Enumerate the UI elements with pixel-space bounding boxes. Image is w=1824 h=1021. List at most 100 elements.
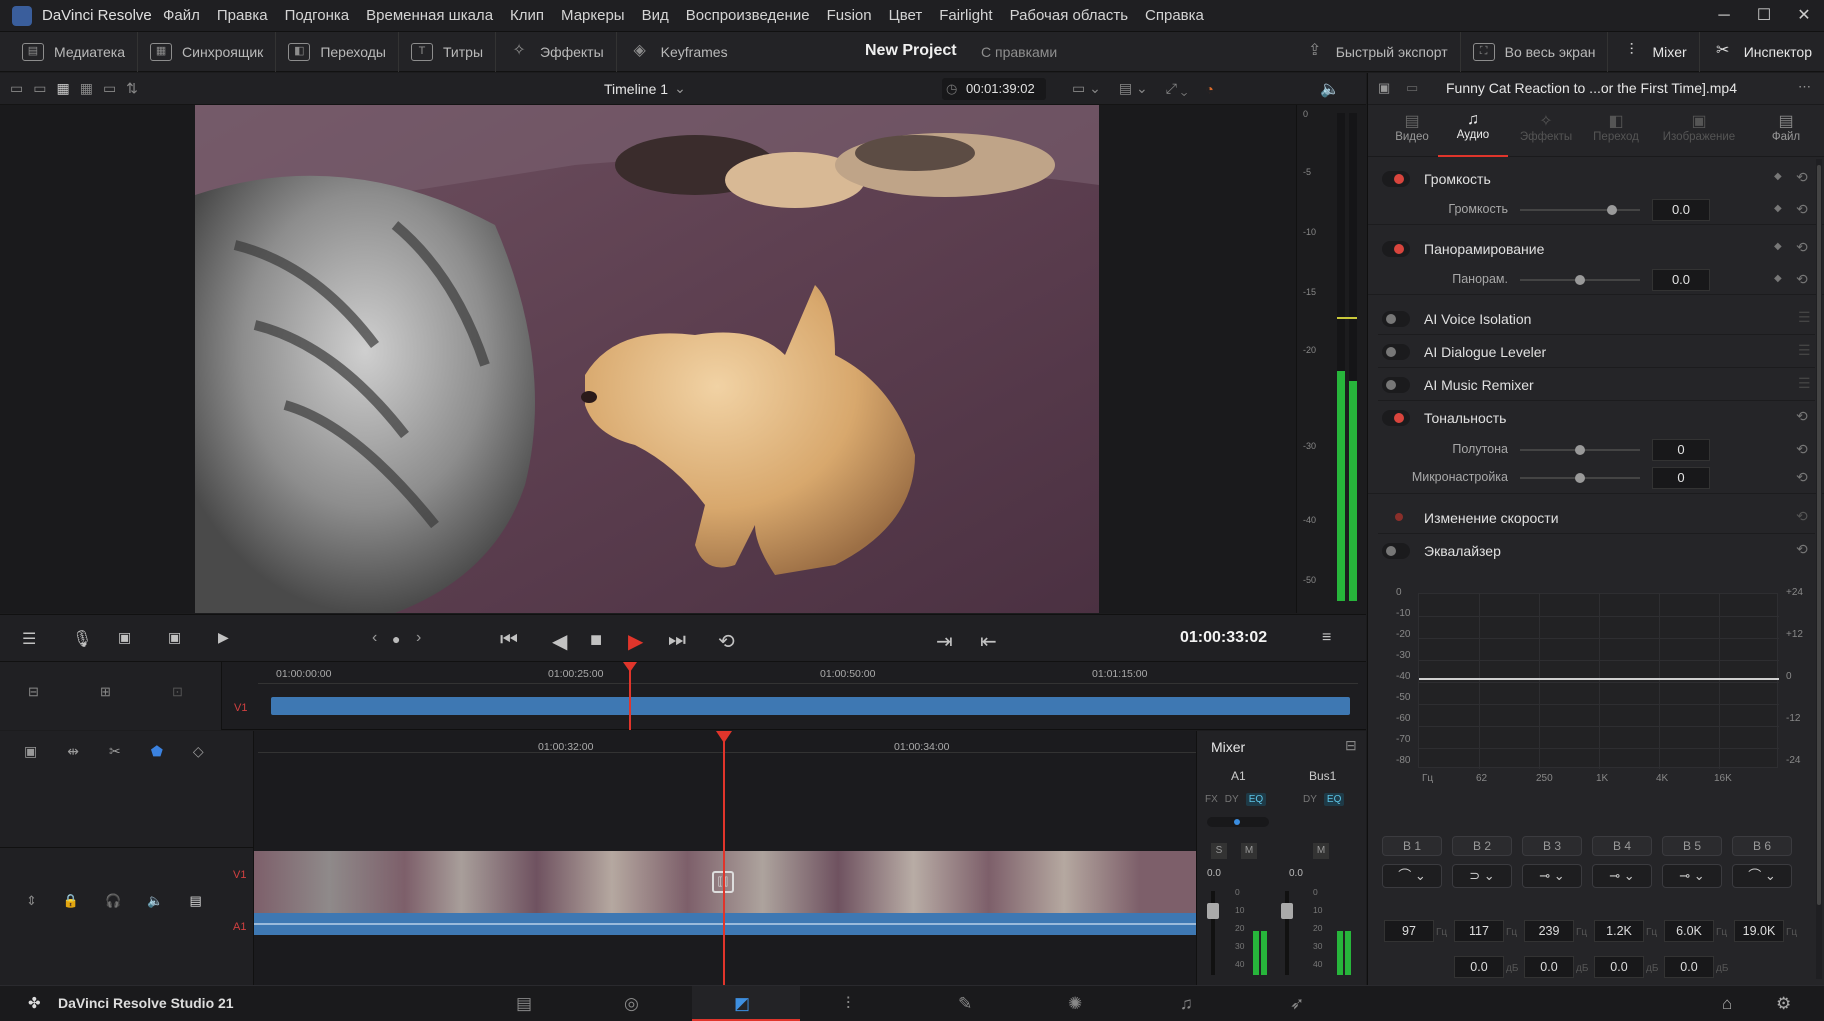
inspector-dual-icon[interactable]: ▭ [1406,80,1418,96]
timeline-menu-icon[interactable]: ≡ [1322,629,1331,647]
color-page-icon[interactable]: ✎ [958,994,972,1014]
viewer-options-icon[interactable]: ▤ ⌄ [1119,80,1148,97]
trim-mode-icon[interactable]: ▣ [24,743,37,760]
tab-transition[interactable]: ◧ Переход [1584,111,1648,143]
menu-clip[interactable]: Клип [510,7,544,24]
effects-button[interactable]: ✧ Эффекты [496,32,617,72]
reset-icon[interactable]: ⟲ [1796,508,1808,525]
pan-slider-knob[interactable] [1575,275,1585,285]
upper-ruler[interactable]: 01:00:00:00 01:00:25:00 01:00:50:00 01:0… [258,662,1358,684]
video-frame[interactable] [195,105,1099,613]
eq-band-gain[interactable]: 0.0 [1454,956,1504,978]
a1-fx-button[interactable]: FX [1205,794,1218,805]
eq-band-frequency[interactable]: 19.0K [1734,920,1784,942]
eq-band-frequency[interactable]: 1.2K [1594,920,1644,942]
eq-band-frequency[interactable]: 6.0K [1664,920,1714,942]
eq-band-gain[interactable]: 0.0 [1664,956,1714,978]
menu-trim[interactable]: Подгонка [285,7,350,24]
home-icon[interactable]: ⌂ [1722,994,1732,1014]
lower-playhead-handle[interactable] [716,731,732,743]
bus-dy-button[interactable]: DY [1303,794,1317,805]
a1-dy-button[interactable]: DY [1225,794,1239,805]
a1-solo-button[interactable]: S [1211,843,1227,859]
eq-band-shape-select[interactable]: ⊸ ⌄ [1662,864,1722,888]
settings-sliders-icon[interactable]: ☰ [22,629,36,649]
layout-grid-icon[interactable]: ▦ [56,80,69,97]
microphone-icon[interactable]: 🎙 [72,629,92,649]
keyframe-icon[interactable]: ◆ [1774,203,1782,214]
reset-icon[interactable]: ⟲ [1796,271,1808,288]
pitch-toggle[interactable] [1382,410,1410,426]
semitones-slider-knob[interactable] [1575,445,1585,455]
eq-band-button[interactable]: B 3 [1522,836,1582,856]
menu-edit[interactable]: Правка [217,7,268,24]
edit-page-tab[interactable]: ◩ [692,986,800,1021]
cents-slider-knob[interactable] [1575,473,1585,483]
menu-color[interactable]: Цвет [889,7,923,24]
marker-icon[interactable]: ⬟ [151,743,163,760]
jog-dot-icon[interactable]: ● [392,631,400,647]
eq-toggle[interactable] [1382,543,1410,559]
layout-list-icon[interactable]: ▭ [103,80,116,97]
volume-value[interactable]: 0.0 [1652,199,1710,221]
video-toggle-icon[interactable]: ▤ [189,893,201,909]
a1-fader-knob[interactable] [1207,903,1219,919]
menu-file[interactable]: Файл [163,7,200,24]
media-page-icon[interactable]: ▤ [516,994,532,1014]
fullscreen-button[interactable]: ⛶ Во весь экран [1461,32,1609,72]
reset-icon[interactable]: ⟲ [1796,239,1808,256]
upper-playhead[interactable] [629,662,631,730]
titles-button[interactable]: T Титры [399,32,497,72]
scrub-icon[interactable]: ◔ [1205,81,1213,97]
mark-in-icon[interactable]: ⇥ [936,629,953,654]
play-icon[interactable]: ▶ [628,629,643,654]
settings-gear-icon[interactable]: ⚙ [1776,994,1791,1014]
transform-icon[interactable]: ⤢ ⌄ [1166,80,1188,97]
inspector-toggle-button[interactable]: ✂ Инспектор [1700,32,1824,72]
mixer-toggle-button[interactable]: ⫶ Mixer [1608,32,1700,72]
eq-band-shape-select[interactable]: ⊸ ⌄ [1522,864,1582,888]
menu-workspace[interactable]: Рабочая область [1010,7,1128,24]
insert-clip-icon[interactable]: ▣ [118,629,131,646]
sync-bin-button[interactable]: ▦ Синхроящик [138,32,277,72]
tab-effects[interactable]: ✧ Эффекты [1514,111,1578,143]
transitions-button[interactable]: ◧ Переходы [276,32,399,72]
reset-icon[interactable]: ⟲ [1796,201,1808,218]
next-frame-nav-icon[interactable]: › [416,629,421,647]
ai-music-menu-icon[interactable]: ☰ [1798,375,1811,392]
eq-band-button[interactable]: B 2 [1452,836,1512,856]
ai-voice-menu-icon[interactable]: ☰ [1798,309,1811,326]
eq-band-gain[interactable]: 0.0 [1524,956,1574,978]
loop-icon[interactable]: ⟲ [718,629,735,654]
menu-markers[interactable]: Маркеры [561,7,625,24]
inspector-single-icon[interactable]: ▣ [1378,80,1390,96]
menu-fairlight[interactable]: Fairlight [939,7,992,24]
eq-graph[interactable] [1418,593,1779,769]
layout-dual-icon[interactable]: ▭ [33,80,46,97]
upper-playhead-handle[interactable] [623,662,637,672]
bus-eq-button[interactable]: EQ [1323,793,1345,806]
ai-dialogue-menu-icon[interactable]: ☰ [1798,342,1811,359]
track-options-icon[interactable]: ⊞ [100,684,111,700]
menu-view[interactable]: Вид [642,7,669,24]
pan-slider[interactable] [1520,275,1640,285]
fairlight-page-icon[interactable]: ✺ [1068,994,1082,1014]
dynamic-trim-icon[interactable]: ⇹ [67,743,79,760]
reset-icon[interactable]: ⟲ [1796,408,1808,425]
lower-playhead[interactable] [723,731,725,985]
eq-band-gain[interactable]: 0.0 [1594,956,1644,978]
eq-band-shape-select[interactable]: ⊸ ⌄ [1592,864,1652,888]
cents-slider[interactable] [1520,473,1640,483]
tab-audio[interactable]: ♫ Аудио [1438,111,1508,157]
clip-track[interactable]: ⟦⟧ [254,851,1196,935]
lock-track-icon[interactable]: ⇕ [26,893,37,909]
timeline-selector[interactable]: Timeline 1 ⌄ [604,80,686,97]
minimize-icon[interactable]: ─ [1702,0,1746,32]
cut-page-icon[interactable]: ◎ [624,994,639,1014]
view-options-icon[interactable]: ⊟ [28,684,39,700]
menu-fusion[interactable]: Fusion [827,7,872,24]
reset-icon[interactable]: ⟲ [1796,441,1808,458]
tab-file[interactable]: ▤ Файл [1754,111,1818,143]
inspector-scroll-thumb[interactable] [1817,165,1821,905]
eq-band-button[interactable]: B 1 [1382,836,1442,856]
